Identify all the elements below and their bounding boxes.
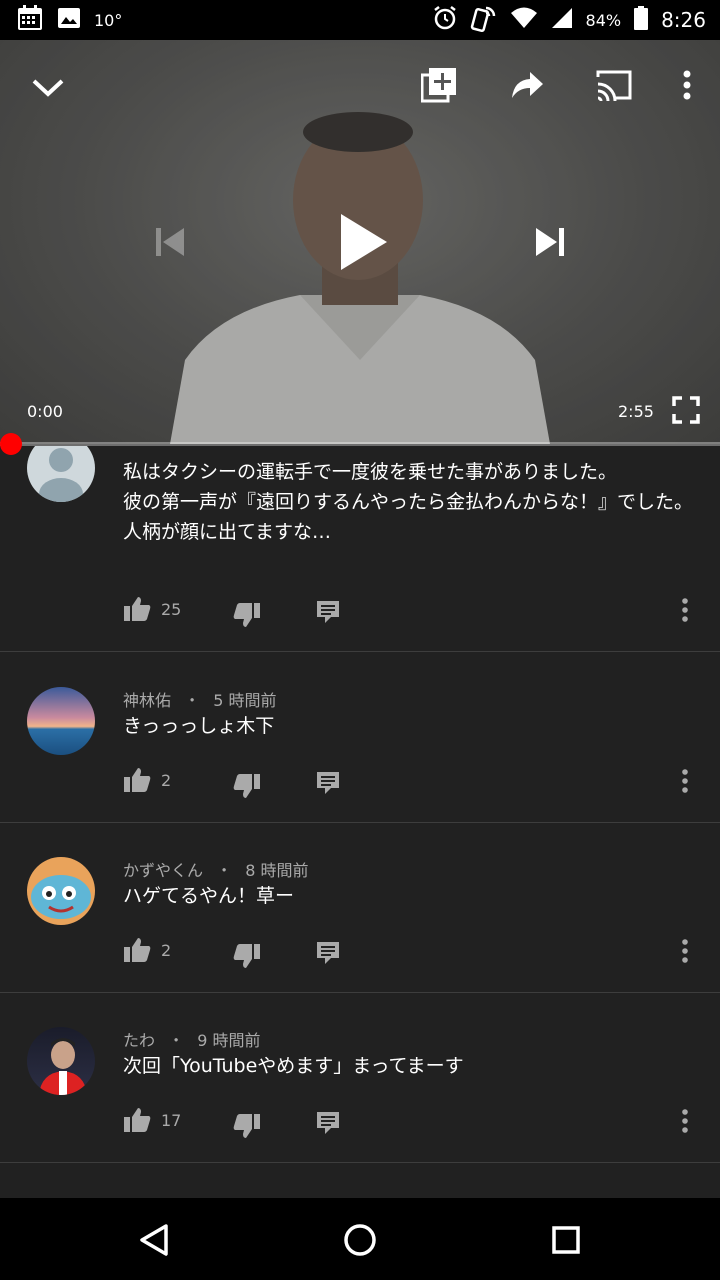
reply-icon xyxy=(317,601,339,623)
comment-item: たわ ・ 9 時間前 次回「YouTubeやめます」まってまーす 17 xyxy=(0,993,720,1163)
reply-icon xyxy=(317,942,339,964)
meta-separator: ・ xyxy=(168,1031,185,1050)
comment-more-icon[interactable] xyxy=(681,1109,689,1133)
comment-text: 次回「YouTubeやめます」まってまーす xyxy=(123,1055,464,1077)
status-bar: 10° 84% 8:26 xyxy=(0,0,720,40)
comment-meta: かずやくん ・ 8 時間前 xyxy=(123,857,309,881)
reply-button[interactable] xyxy=(316,771,340,795)
temperature: 10° xyxy=(94,10,123,30)
thumb-up-icon xyxy=(124,1108,151,1132)
nfc-icon xyxy=(470,4,498,36)
comment-author[interactable]: かずやくん xyxy=(123,861,203,880)
thumb-up-icon xyxy=(124,597,151,621)
comment-age: 9 時間前 xyxy=(197,1031,261,1050)
thumb-down-icon xyxy=(233,603,260,627)
battery-icon xyxy=(633,5,649,35)
alarm-icon xyxy=(432,5,458,35)
meta-separator: ・ xyxy=(216,861,233,880)
battery-percent: 84% xyxy=(585,10,622,30)
signal-icon xyxy=(550,6,574,34)
next-icon[interactable] xyxy=(528,220,572,264)
recents-icon[interactable] xyxy=(544,1218,588,1262)
calendar-icon xyxy=(16,4,44,36)
reply-button[interactable] xyxy=(316,941,340,965)
comment-actions: 2 xyxy=(123,937,703,969)
like-count: 2 xyxy=(161,940,172,960)
comment-author[interactable]: 神林佑 xyxy=(123,691,171,710)
comments-list: 私はタクシーの運転手で一度彼を乗せた事がありました。 彼の第一声が『遠回りするん… xyxy=(0,446,720,1198)
like-count: 2 xyxy=(161,770,172,790)
like-button[interactable]: 2 xyxy=(123,937,171,963)
comment-more-icon[interactable] xyxy=(681,598,689,622)
comment-age: 5 時間前 xyxy=(213,691,277,710)
avatar[interactable] xyxy=(27,446,95,502)
dislike-button[interactable] xyxy=(233,943,261,969)
comment-more-icon[interactable] xyxy=(681,769,689,793)
comment-text: きっっっしょ木下 xyxy=(123,715,275,737)
comment-meta: たわ ・ 9 時間前 xyxy=(123,1027,261,1051)
like-button[interactable]: 2 xyxy=(123,767,171,793)
comment-item: 神林佑 ・ 5 時間前 きっっっしょ木下 2 xyxy=(0,653,720,823)
play-icon[interactable] xyxy=(330,208,396,276)
home-icon[interactable] xyxy=(338,1218,382,1262)
comment-more-icon[interactable] xyxy=(681,939,689,963)
avatar[interactable] xyxy=(27,687,95,755)
comment-age: 8 時間前 xyxy=(245,861,309,880)
wifi-icon xyxy=(510,6,538,34)
share-icon[interactable] xyxy=(506,64,548,106)
meta-separator: ・ xyxy=(184,691,201,710)
add-to-playlist-icon[interactable] xyxy=(418,64,460,106)
clock: 8:26 xyxy=(661,8,706,32)
avatar[interactable] xyxy=(27,857,95,925)
like-button[interactable]: 25 xyxy=(123,596,181,622)
thumb-up-icon xyxy=(124,768,151,792)
comment-actions: 2 xyxy=(123,767,703,799)
thumb-down-icon xyxy=(233,774,260,798)
more-vert-icon[interactable] xyxy=(670,64,704,106)
comment-item: かずやくん ・ 8 時間前 ハゲてるやん！草ー 2 xyxy=(0,823,720,993)
comment-actions: 17 xyxy=(123,1107,703,1139)
thumb-down-icon xyxy=(233,944,260,968)
comment-author[interactable]: たわ xyxy=(123,1031,155,1050)
like-count: 25 xyxy=(161,599,182,619)
fullscreen-icon[interactable] xyxy=(668,392,704,428)
image-icon xyxy=(56,5,82,35)
reply-button[interactable] xyxy=(316,1111,340,1135)
thumb-down-icon xyxy=(233,1114,260,1138)
reply-button[interactable] xyxy=(316,600,340,624)
comment-item: 私はタクシーの運転手で一度彼を乗せた事がありました。 彼の第一声が『遠回りするん… xyxy=(0,446,720,652)
reply-icon xyxy=(317,1112,339,1134)
avatar[interactable] xyxy=(27,1027,95,1095)
navigation-bar xyxy=(0,1198,720,1280)
comment-actions: 25 xyxy=(123,596,703,628)
comment-text: ハゲてるやん！草ー xyxy=(123,885,295,907)
dislike-button[interactable] xyxy=(233,602,261,628)
like-count: 17 xyxy=(161,1110,182,1130)
thumb-up-icon xyxy=(124,938,151,962)
video-player[interactable]: 0:00 2:55 xyxy=(0,40,720,444)
comment-text: 私はタクシーの運転手で一度彼を乗せた事がありました。 彼の第一声が『遠回りするん… xyxy=(123,461,694,543)
dislike-button[interactable] xyxy=(233,1113,261,1139)
duration: 2:55 xyxy=(618,402,654,421)
comment-meta: 神林佑 ・ 5 時間前 xyxy=(123,687,277,711)
previous-icon[interactable] xyxy=(148,220,192,264)
back-icon[interactable] xyxy=(132,1218,176,1262)
cast-icon[interactable] xyxy=(592,64,636,106)
current-time: 0:00 xyxy=(27,402,63,421)
reply-icon xyxy=(317,772,339,794)
like-button[interactable]: 17 xyxy=(123,1107,181,1133)
collapse-chevron-icon[interactable] xyxy=(26,66,70,110)
dislike-button[interactable] xyxy=(233,773,261,799)
